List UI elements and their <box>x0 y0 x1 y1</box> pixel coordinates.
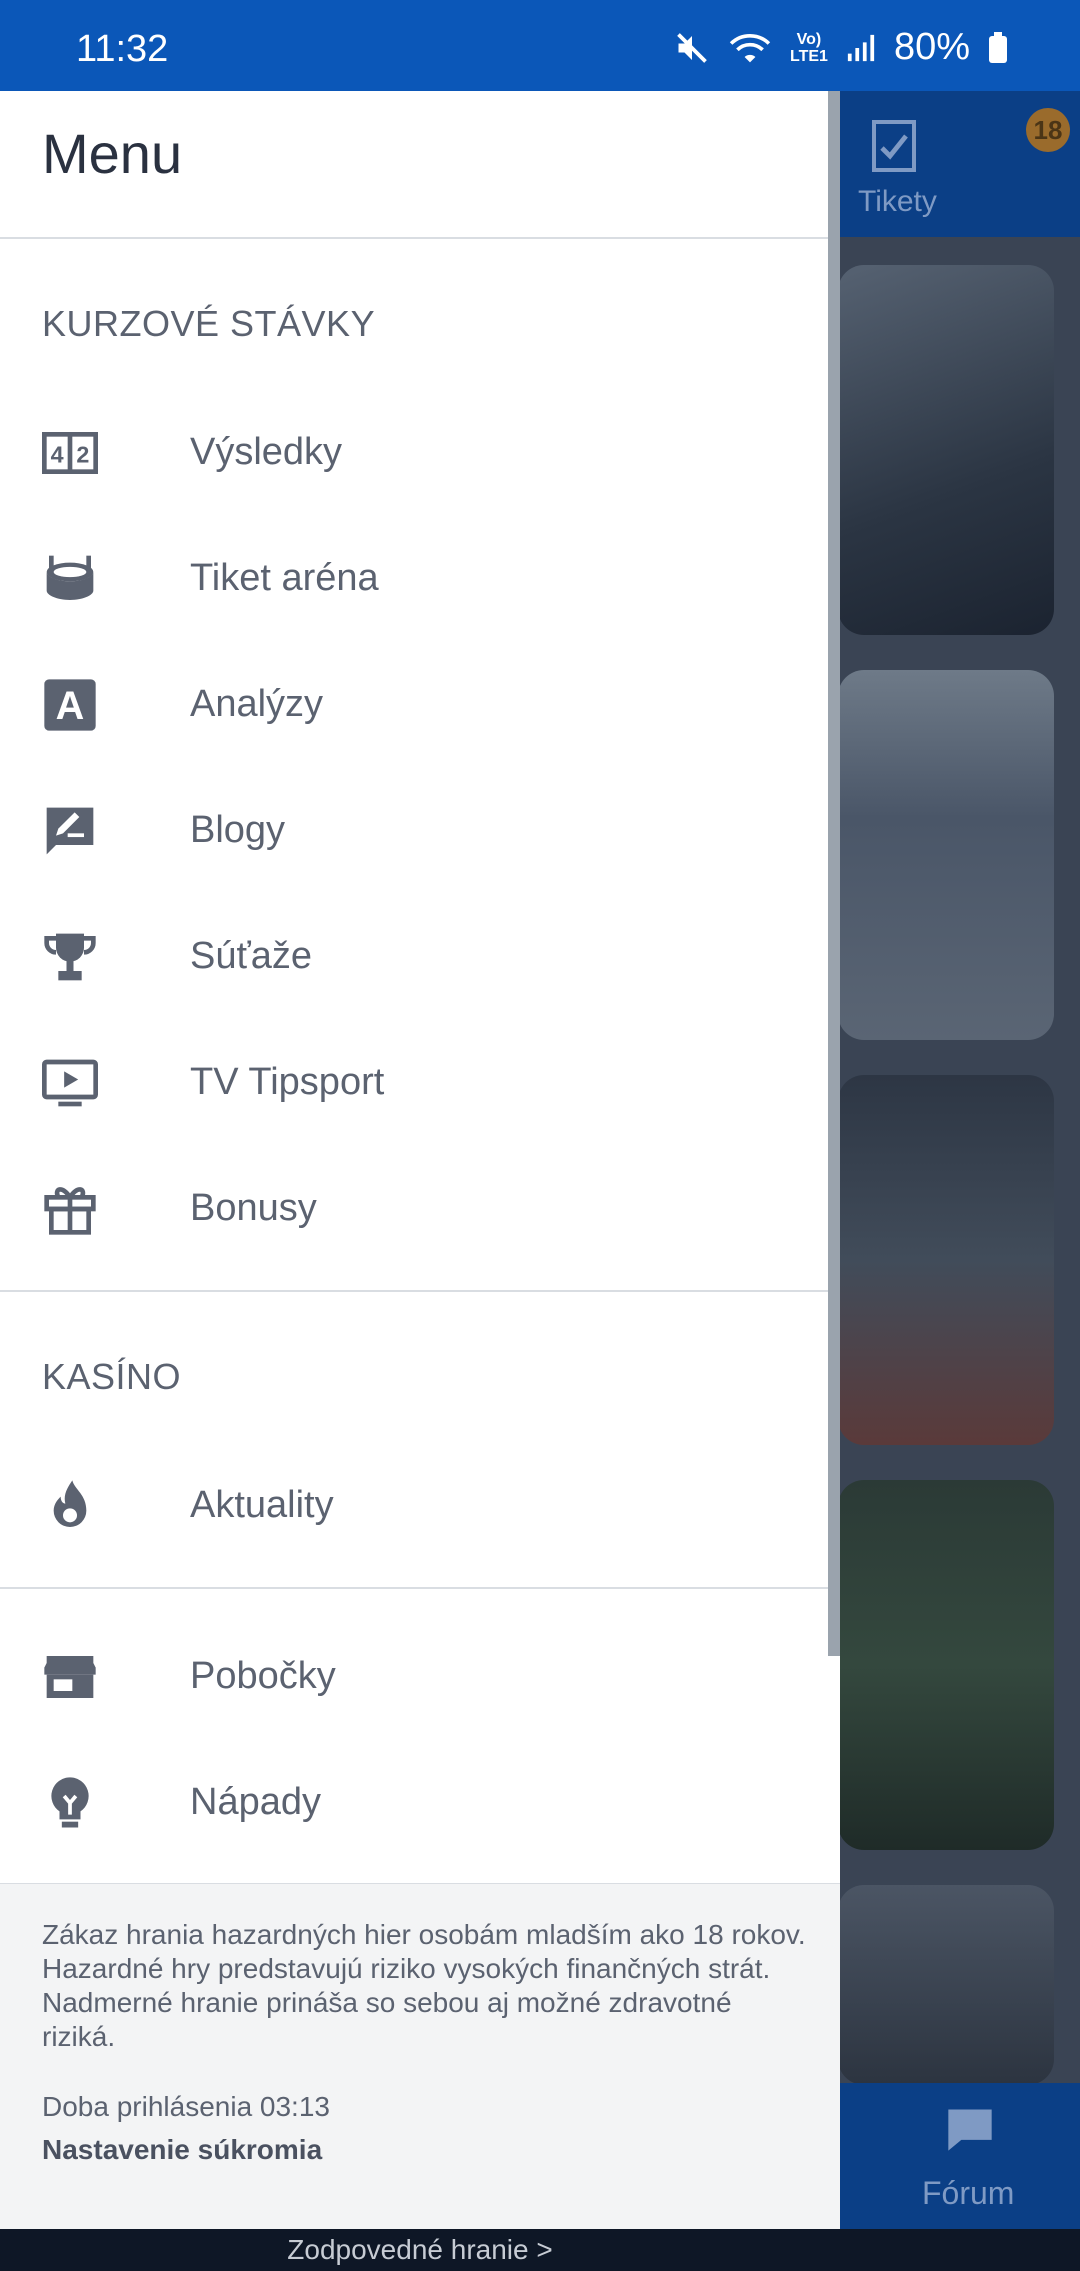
section-title-casino: KASÍNO <box>42 1356 182 1397</box>
menu-item-label: Výsledky <box>190 431 343 473</box>
menu-item-ideas[interactable]: Nápady <box>0 1748 828 1858</box>
lte-indicator: Vo) LTE1 <box>790 31 828 65</box>
background-card <box>838 1075 1054 1445</box>
age-warning: Zákaz hrania hazardných hier osobám mlad… <box>42 1919 806 1950</box>
menu-item-bonuses[interactable]: Bonusy <box>0 1154 828 1264</box>
privacy-settings-link[interactable]: Nastavenie súkromia <box>42 2134 322 2166</box>
lightbulb-icon <box>51 1777 89 1828</box>
trophy-icon <box>44 933 96 981</box>
status-icons: Vo) LTE1 80% <box>674 26 1008 69</box>
background-tab-forum: Fórum <box>922 2175 1015 2211</box>
menu-item-label: Tiket aréna <box>190 557 379 599</box>
menu-item-label: Nápady <box>190 1781 321 1823</box>
menu-item-label: Blogy <box>190 809 286 851</box>
bottom-bar: Zodpovedné hranie > <box>0 2229 1080 2271</box>
menu-item-results[interactable]: 42 Výsledky <box>0 398 828 508</box>
menu-item-ticket-arena[interactable]: Tiket aréna <box>0 524 828 634</box>
svg-text:4: 4 <box>51 441 64 467</box>
tv-play-icon <box>42 1059 98 1107</box>
gift-icon <box>44 1187 96 1235</box>
forum-icon <box>948 2109 992 2151</box>
svg-text:A: A <box>56 684 85 728</box>
menu-item-analyses[interactable]: A Analýzy <box>0 650 828 760</box>
legal-warning: Zákaz hrania hazardných hier osobám mlad… <box>42 1918 812 2054</box>
menu-item-label: Analýzy <box>190 683 324 725</box>
menu-item-label: TV Tipsport <box>190 1061 385 1103</box>
drawer-scrollbar[interactable] <box>828 91 840 1656</box>
mute-icon <box>677 32 707 63</box>
scoreboard-icon: 42 <box>42 432 98 474</box>
divider <box>0 237 840 239</box>
menu-item-competitions[interactable]: Súťaže <box>0 902 828 1012</box>
responsible-gambling-footer: Zákaz hrania hazardných hier osobám mlad… <box>0 1884 840 2229</box>
status-bar: 11:32 Vo) LTE1 80% <box>0 0 1080 91</box>
store-icon <box>44 1656 96 1698</box>
background-card <box>838 1480 1054 1850</box>
volte-label: Vo) <box>796 30 822 48</box>
session-time: Doba prihlásenia 03:13 <box>42 2091 330 2122</box>
age-badge: 18 <box>1026 108 1070 152</box>
menu-title: Menu <box>42 122 183 185</box>
menu-item-label: Súťaže <box>190 935 312 977</box>
tickets-icon <box>872 120 916 172</box>
menu-item-tv-tipsport[interactable]: TV Tipsport <box>0 1028 828 1138</box>
divider <box>0 1587 840 1589</box>
signal-icon <box>847 34 875 61</box>
letter-a-icon: A <box>44 679 96 731</box>
flame-icon <box>53 1480 87 1527</box>
status-time: 11:32 <box>76 28 169 70</box>
background-card <box>838 670 1054 1040</box>
menu-item-label: Pobočky <box>190 1655 336 1697</box>
stadium-icon <box>46 555 94 600</box>
menu-item-label: Bonusy <box>190 1187 317 1229</box>
risk-warning: Hazardné hry predstavujú riziko vysokých… <box>42 1953 771 2052</box>
svg-text:2: 2 <box>76 441 89 467</box>
menu-item-label: Aktuality <box>190 1484 334 1526</box>
menu-item-branches[interactable]: Pobočky <box>0 1622 828 1732</box>
battery-percent: 80% <box>893 26 970 68</box>
divider <box>0 1290 840 1292</box>
navigation-drawer: Menu KURZOVÉ STÁVKY 42 Výsledky Tiket ar… <box>0 91 840 2229</box>
section-title-sports-betting: KURZOVÉ STÁVKY <box>42 303 376 344</box>
wifi-icon <box>729 33 771 62</box>
menu-item-blogs[interactable]: Blogy <box>0 776 828 886</box>
background-card <box>838 1885 1054 2085</box>
background-card <box>838 265 1054 635</box>
menu-item-news[interactable]: Aktuality <box>0 1451 828 1561</box>
edit-comment-icon <box>46 807 94 855</box>
lte-label: LTE1 <box>790 47 828 65</box>
battery-icon <box>989 31 1007 63</box>
responsible-gambling-link[interactable]: Zodpovedné hranie > <box>0 2234 840 2266</box>
background-tab-tickets: Tikety <box>858 185 937 218</box>
